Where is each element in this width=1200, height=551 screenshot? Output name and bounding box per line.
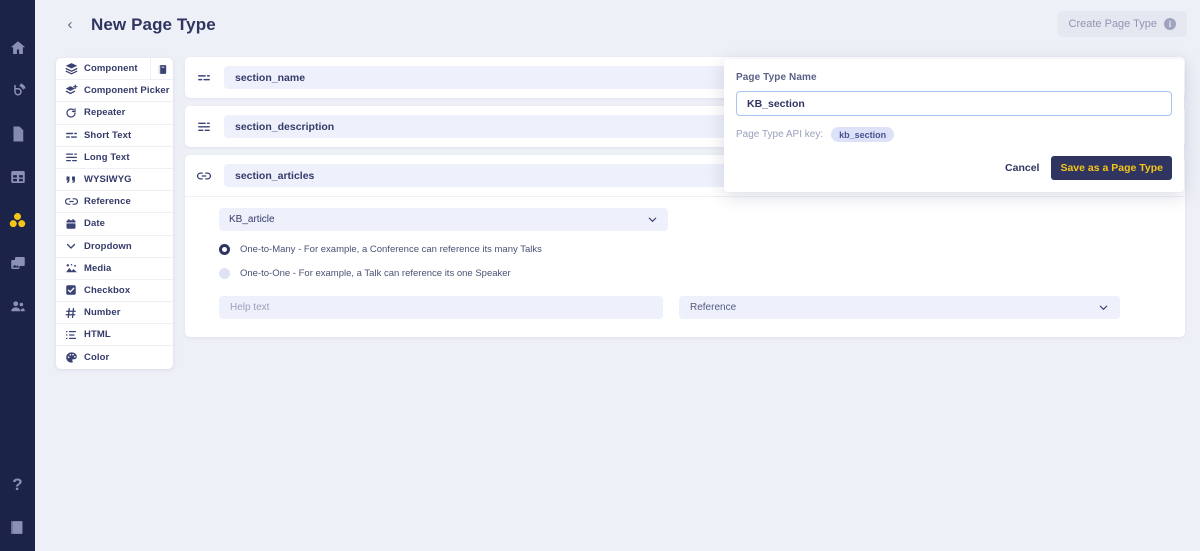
field-settings-body: KB_article One-to-Many - For example, a …	[185, 196, 1185, 337]
image-icon	[64, 261, 78, 275]
back-button[interactable]: ‹	[63, 18, 77, 32]
long-text-icon	[64, 150, 78, 164]
field-type-short-text[interactable]: Short Text	[56, 125, 173, 147]
field-type-component[interactable]: Component	[56, 58, 173, 80]
checkbox-icon	[64, 283, 78, 297]
chevron-down-icon	[64, 239, 78, 253]
page-type-name-label: Page Type Name	[736, 72, 1172, 83]
field-type-label: Dropdown	[84, 241, 132, 252]
broadcast-icon[interactable]	[8, 81, 28, 101]
hash-icon	[64, 306, 78, 320]
field-type-select-value: Reference	[690, 302, 736, 313]
field-type-label: Repeater	[84, 107, 125, 118]
help-text-input[interactable]: Help text	[219, 296, 663, 319]
chevron-down-icon	[1098, 302, 1109, 313]
page-type-api-key-value: kb_section	[831, 127, 894, 142]
page-type-api-key-row: Page Type API key: kb_section	[736, 127, 1172, 142]
create-page-type-button[interactable]: Create Page Type i	[1058, 11, 1187, 37]
layers-plus-icon	[64, 84, 78, 98]
field-types-panel: Component Component Picker Repeater Shor…	[56, 58, 173, 369]
field-type-label: Checkbox	[84, 285, 130, 296]
field-type-wysiwyg[interactable]: WYSIWYG	[56, 169, 173, 191]
field-type-label: Media	[84, 263, 111, 274]
radio-label: One-to-Many - For example, a Conference …	[240, 244, 542, 255]
link-icon	[64, 195, 78, 209]
radio-label: One-to-One - For example, a Talk can ref…	[240, 268, 511, 279]
field-type-label: Date	[84, 218, 105, 229]
page-type-name-popover: Page Type Name KB_section Page Type API …	[724, 59, 1184, 192]
grid-icon[interactable]	[8, 167, 28, 187]
primary-nav-rail: ?	[0, 0, 35, 551]
cancel-button[interactable]: Cancel	[1005, 162, 1039, 174]
document-icon[interactable]	[8, 124, 28, 144]
field-type-checkbox[interactable]: Checkbox	[56, 280, 173, 302]
palette-icon	[64, 351, 78, 365]
rail-bottom-group: ?	[0, 475, 35, 537]
field-type-number[interactable]: Number	[56, 302, 173, 324]
field-type-long-text[interactable]: Long Text	[56, 147, 173, 169]
modal-actions: Cancel Save as a Page Type	[736, 156, 1172, 180]
field-type-label: Color	[84, 352, 109, 363]
radio-indicator[interactable]	[219, 244, 230, 255]
media-library-icon[interactable]	[8, 253, 28, 273]
field-type-repeater[interactable]: Repeater	[56, 102, 173, 124]
field-type-label: Number	[84, 307, 121, 318]
field-type-select[interactable]: Reference	[679, 296, 1120, 319]
long-text-icon	[196, 119, 212, 135]
radio-one-to-many[interactable]: One-to-Many - For example, a Conference …	[219, 244, 1174, 255]
help-text-placeholder: Help text	[230, 302, 269, 313]
repeat-icon	[64, 106, 78, 120]
page-type-name-input[interactable]: KB_section	[736, 91, 1172, 116]
app-root: ? ‹ New Page Type Create Page Type i Com…	[0, 0, 1200, 551]
rail-top-group	[8, 38, 28, 316]
page-title: New Page Type	[91, 15, 216, 35]
field-type-date[interactable]: Date	[56, 213, 173, 235]
field-type-color[interactable]: Color	[56, 346, 173, 368]
field-type-dropdown[interactable]: Dropdown	[56, 236, 173, 258]
short-text-icon	[64, 128, 78, 142]
chevron-down-icon	[647, 214, 658, 225]
book-badge-icon[interactable]	[150, 58, 173, 80]
link-icon	[196, 168, 212, 184]
info-icon[interactable]: i	[1164, 18, 1176, 30]
field-type-label: Reference	[84, 196, 131, 207]
help-icon[interactable]: ?	[8, 475, 28, 495]
list-icon	[64, 328, 78, 342]
components-icon[interactable]	[8, 210, 28, 230]
quote-icon	[64, 173, 78, 187]
reference-target-value: KB_article	[229, 214, 275, 225]
calendar-icon	[64, 217, 78, 231]
field-type-html[interactable]: HTML	[56, 324, 173, 346]
page-type-api-key-label: Page Type API key:	[736, 129, 823, 140]
field-type-label: Long Text	[84, 152, 130, 163]
field-type-label: Short Text	[84, 130, 131, 141]
short-text-icon	[196, 70, 212, 86]
reference-target-select[interactable]: KB_article	[219, 208, 668, 231]
page-header: ‹ New Page Type Create Page Type i	[35, 0, 1200, 49]
radio-indicator[interactable]	[219, 268, 230, 279]
users-icon[interactable]	[8, 296, 28, 316]
save-as-page-type-button[interactable]: Save as a Page Type	[1051, 156, 1172, 180]
field-type-reference[interactable]: Reference	[56, 191, 173, 213]
create-page-type-label: Create Page Type	[1069, 18, 1157, 30]
field-type-media[interactable]: Media	[56, 258, 173, 280]
book-icon[interactable]	[8, 517, 28, 537]
radio-one-to-one[interactable]: One-to-One - For example, a Talk can ref…	[219, 268, 1174, 279]
field-type-label: Component	[84, 63, 138, 74]
field-bottom-row: Help text Reference	[219, 296, 1174, 319]
layers-icon	[64, 62, 78, 76]
field-type-label: WYSIWYG	[84, 174, 132, 185]
home-icon[interactable]	[8, 38, 28, 58]
field-type-component-picker[interactable]: Component Picker	[56, 80, 173, 102]
field-type-label: HTML	[84, 329, 111, 340]
field-type-label: Component Picker	[84, 85, 170, 96]
